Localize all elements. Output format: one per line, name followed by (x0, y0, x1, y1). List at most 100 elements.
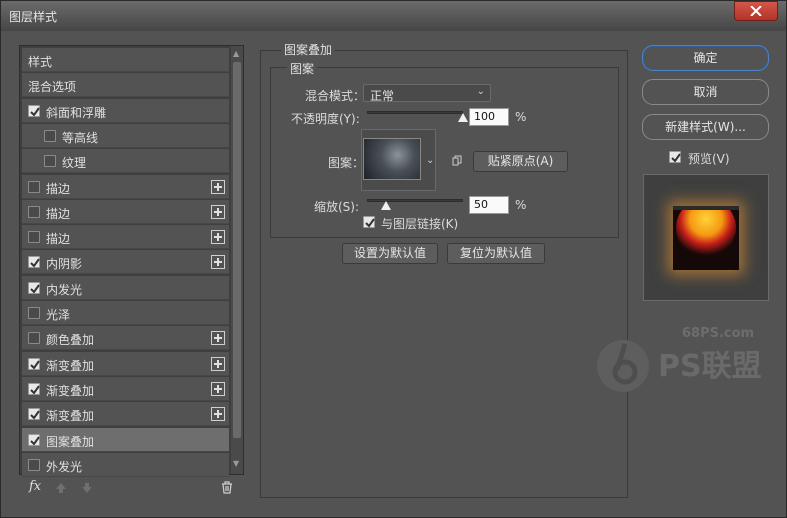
checkmark-icon (30, 360, 40, 370)
style-item-checkbox[interactable] (28, 205, 40, 218)
preview-thumbnail (673, 198, 739, 270)
style-item-1[interactable]: 混合选项 (22, 73, 229, 98)
opacity-label: 不透明度(Y): (291, 112, 360, 126)
opacity-percent: % (515, 110, 527, 124)
style-item-10[interactable]: 光泽 (22, 301, 229, 325)
watermark-brand: PS联盟 (658, 349, 762, 384)
preview-checkbox[interactable] (669, 151, 681, 163)
add-effect-icon[interactable] (211, 179, 225, 194)
chevron-down-icon[interactable]: ⌄ (426, 155, 434, 166)
reset-default-button[interactable]: 复位为默认值 (447, 243, 545, 264)
style-item-checkbox[interactable] (28, 307, 40, 319)
scale-input[interactable]: 50 (469, 196, 509, 214)
new-style-button[interactable]: 新建样式(W)... (642, 114, 769, 140)
style-item-9[interactable]: 内发光 (22, 275, 229, 300)
style-item-checkbox[interactable] (28, 408, 40, 421)
scale-label: 缩放(S): (314, 200, 360, 214)
style-item-11[interactable]: 颜色叠加 (22, 326, 229, 351)
style-item-label: 光泽 (46, 308, 71, 322)
cancel-button[interactable]: 取消 (642, 79, 769, 105)
checkmark-icon (365, 218, 375, 228)
style-item-checkbox[interactable] (44, 155, 56, 168)
watermark-logo-icon (597, 340, 649, 392)
style-item-label: 描边 (46, 181, 71, 196)
style-item-checkbox[interactable] (28, 104, 40, 117)
new-preset-icon[interactable] (451, 155, 463, 167)
checkmark-icon (30, 385, 40, 395)
style-item-7[interactable]: 描边 (22, 225, 229, 250)
section-title: 图案叠加 (281, 41, 336, 58)
dialog-title: 图层样式 (9, 10, 58, 24)
checkmark-icon (30, 284, 40, 294)
style-item-label: 渐变叠加 (46, 383, 95, 398)
style-item-14[interactable]: 渐变叠加 (22, 402, 229, 427)
trash-icon[interactable] (221, 481, 233, 494)
snap-to-origin-button[interactable]: 贴紧原点(A) (473, 151, 568, 172)
style-item-checkbox[interactable] (28, 458, 40, 471)
add-effect-icon[interactable] (211, 356, 225, 371)
add-effect-icon[interactable] (211, 230, 225, 245)
style-item-2[interactable]: 斜面和浮雕 (22, 98, 229, 123)
style-item-label: 描边 (46, 232, 71, 247)
opacity-input[interactable]: 100 (469, 108, 509, 126)
style-item-13[interactable]: 渐变叠加 (22, 376, 229, 401)
style-list: 样式 混合选项 斜面和浮雕 等高线 纹理 描边 描边 描边 内阴影 内发光 光泽 颜色叠加 渐变叠加 渐变… (19, 45, 244, 477)
style-item-16[interactable]: 外发光 (22, 452, 229, 477)
style-list-toolbar: fx (19, 477, 244, 499)
style-item-15[interactable]: 图案叠加 (22, 427, 229, 452)
style-item-checkbox[interactable] (28, 332, 40, 345)
close-button[interactable] (734, 1, 778, 21)
style-item-checkbox[interactable] (28, 433, 40, 446)
watermark-site: 68PS.com (682, 326, 755, 341)
scale-slider-thumb[interactable] (381, 201, 392, 210)
style-item-12[interactable]: 渐变叠加 (22, 351, 229, 376)
style-item-label: 混合选项 (28, 80, 77, 95)
style-item-checkbox[interactable] (28, 180, 40, 193)
style-item-5[interactable]: 描边 (22, 174, 229, 199)
title-bar[interactable]: 图层样式 (1, 1, 786, 31)
style-item-0[interactable]: 样式 (22, 48, 229, 72)
style-item-checkbox[interactable] (28, 357, 40, 370)
move-down-icon[interactable] (81, 482, 93, 494)
move-up-icon[interactable] (55, 482, 67, 494)
ok-button[interactable]: 确定 (642, 45, 769, 71)
scroll-thumb[interactable] (233, 62, 241, 438)
opacity-slider[interactable] (367, 111, 463, 114)
checkmark-icon (671, 153, 681, 163)
style-item-6[interactable]: 描边 (22, 199, 229, 224)
style-item-checkbox[interactable] (28, 382, 40, 395)
blend-mode-value: 正常 (370, 89, 395, 103)
style-list-scrollbar[interactable]: ▲ ▼ (231, 46, 243, 474)
style-item-checkbox[interactable] (28, 231, 40, 244)
style-item-checkbox[interactable] (28, 256, 40, 269)
close-icon (750, 6, 762, 16)
style-item-3[interactable]: 等高线 (22, 123, 229, 148)
add-effect-icon[interactable] (211, 331, 225, 346)
pattern-label: 图案： (328, 156, 365, 170)
scroll-up-icon[interactable]: ▲ (233, 49, 239, 58)
add-effect-icon[interactable] (211, 204, 225, 219)
style-item-4[interactable]: 纹理 (22, 149, 229, 174)
style-item-checkbox[interactable] (44, 129, 56, 142)
preview-label: 预览(V) (688, 152, 730, 166)
add-effect-icon[interactable] (211, 407, 225, 422)
style-preview (643, 174, 769, 301)
set-default-button[interactable]: 设置为默认值 (342, 243, 438, 264)
link-with-layer-checkbox[interactable] (363, 216, 375, 228)
add-effect-icon[interactable] (211, 255, 225, 270)
style-item-label: 渐变叠加 (46, 358, 95, 373)
fx-menu-button[interactable]: fx (29, 479, 41, 494)
blend-mode-select[interactable]: 正常 ⌄ (363, 84, 491, 103)
scroll-down-icon[interactable]: ▼ (233, 459, 239, 468)
style-item-label: 内发光 (46, 282, 83, 297)
preview-image (673, 198, 739, 270)
add-effect-icon[interactable] (211, 381, 225, 396)
checkmark-icon (30, 435, 40, 446)
style-item-checkbox[interactable] (28, 281, 40, 294)
style-item-label: 颜色叠加 (46, 333, 95, 348)
style-item-label: 渐变叠加 (46, 409, 95, 424)
style-item-8[interactable]: 内阴影 (22, 250, 229, 275)
opacity-slider-thumb[interactable] (458, 113, 468, 122)
style-item-label: 内阴影 (46, 257, 83, 272)
pattern-swatch[interactable] (363, 138, 421, 180)
